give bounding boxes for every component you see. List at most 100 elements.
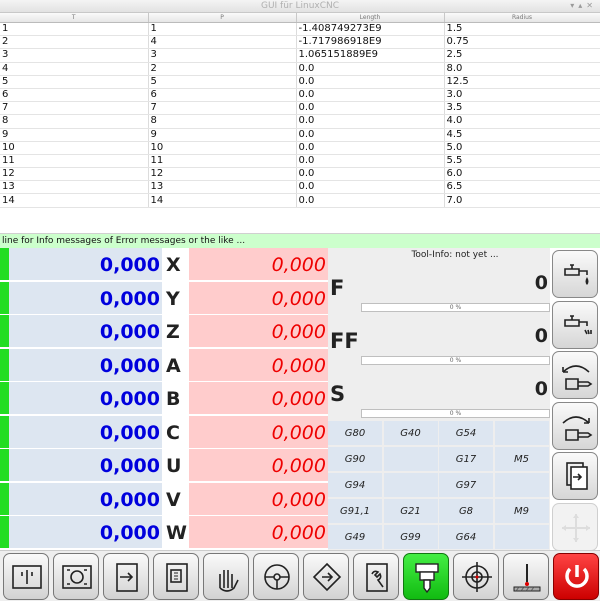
power-button[interactable] [553, 553, 599, 600]
table-cell[interactable]: 5.5 [444, 154, 600, 169]
table-cell[interactable]: 8.0 [444, 62, 600, 76]
table-cell[interactable]: -1.408749273E9 [295, 22, 445, 37]
table-cell[interactable]: 4.5 [444, 128, 600, 142]
table-cell[interactable]: 8 [148, 114, 297, 129]
table-cell[interactable]: 13 [148, 180, 297, 195]
table-row[interactable]: 11 11 0.0 5.5 [0, 154, 600, 169]
table-cell[interactable]: 10 [0, 141, 149, 155]
table-cell[interactable]: 0.0 [295, 88, 445, 103]
axis-letter: C [162, 415, 189, 448]
column-header[interactable]: Length [296, 13, 445, 23]
table-cell[interactable]: 0.0 [295, 180, 445, 195]
table-cell[interactable]: 3.0 [444, 88, 600, 103]
axis-letter: W [162, 516, 189, 548]
table-cell[interactable]: 11 [148, 154, 297, 169]
relative-position-value: 0,000 [189, 482, 328, 515]
table-row[interactable]: 13 13 0.0 6.5 [0, 180, 600, 195]
table-cell[interactable]: -1.717986918E9 [295, 35, 445, 50]
axis-homed-led [0, 415, 9, 448]
tool-table[interactable]: T P Length Radius 1 1 -1.408749273E9 1.5 2 4 -1.7… [0, 13, 600, 234]
table-cell[interactable]: 6 [0, 88, 149, 103]
table-cell[interactable]: 1 [0, 22, 149, 37]
workpiece-view-button[interactable] [53, 553, 99, 600]
feed-value: 0 [534, 272, 548, 294]
spindle-cw-button[interactable] [552, 401, 598, 450]
table-cell[interactable]: 2 [148, 62, 297, 76]
table-row[interactable]: 12 12 0.0 6.0 [0, 167, 600, 182]
table-row[interactable]: 10 10 0.0 5.0 [0, 141, 600, 155]
table-cell[interactable]: 1.5 [444, 22, 600, 37]
table-cell[interactable]: 2 [0, 35, 149, 50]
crosshair-touchoff-button[interactable] [453, 553, 499, 600]
spindle-ccw-button[interactable] [552, 351, 598, 399]
coolant-flood-button[interactable] [552, 250, 598, 298]
table-cell[interactable]: 3 [148, 48, 297, 63]
table-cell[interactable]: 0.75 [444, 35, 600, 50]
table-cell[interactable]: 4 [0, 62, 149, 76]
table-cell[interactable]: 2.5 [444, 48, 600, 63]
table-cell[interactable]: 0.0 [295, 193, 445, 208]
table-cell[interactable]: 6 [148, 88, 297, 103]
table-row[interactable]: 9 9 0.0 4.5 [0, 128, 600, 142]
table-cell[interactable]: 12 [148, 167, 297, 182]
table-row[interactable]: 7 7 0.0 3.5 [0, 101, 600, 116]
mdi-diamond-button[interactable] [303, 553, 349, 600]
axis-letter: B [162, 382, 189, 414]
window-controls[interactable]: ▾▴✕ [570, 1, 597, 10]
machine-view-button[interactable] [3, 553, 49, 600]
table-cell[interactable]: 0.0 [295, 167, 445, 182]
table-row[interactable]: 2 4 -1.717986918E9 0.75 [0, 35, 600, 50]
column-header[interactable]: T [0, 13, 149, 23]
table-cell[interactable]: 0.0 [295, 154, 445, 169]
column-header[interactable]: P [148, 13, 297, 23]
steering-wheel-button[interactable] [253, 553, 299, 600]
table-cell[interactable]: 5 [0, 75, 149, 89]
edit-program-button[interactable] [153, 553, 199, 600]
table-cell[interactable]: 0.0 [295, 141, 445, 155]
probe-surface-button[interactable] [503, 553, 549, 600]
table-cell[interactable]: 3 [0, 48, 149, 63]
table-cell[interactable]: 12 [0, 167, 149, 182]
table-cell[interactable]: 4.0 [444, 114, 600, 129]
table-cell[interactable]: 6.0 [444, 167, 600, 182]
table-cell[interactable]: 0.0 [295, 128, 445, 142]
table-cell[interactable]: 7 [148, 101, 297, 116]
table-cell[interactable]: 9 [0, 128, 149, 142]
table-cell[interactable]: 9 [148, 128, 297, 142]
table-row[interactable]: 1 1 -1.408749273E9 1.5 [0, 22, 600, 37]
table-cell[interactable]: 0.0 [295, 75, 445, 89]
wrench-settings-button[interactable] [353, 553, 399, 600]
table-cell[interactable]: 0.0 [295, 101, 445, 116]
table-row[interactable]: 14 14 0.0 7.0 [0, 193, 600, 208]
table-row[interactable]: 6 6 0.0 3.0 [0, 88, 600, 103]
table-cell[interactable]: 10 [148, 141, 297, 155]
tool-spindle-button[interactable] [403, 553, 449, 600]
window-title: GUI für LinuxCNC [260, 1, 340, 11]
table-cell[interactable]: 12.5 [444, 75, 600, 89]
table-cell[interactable]: 14 [148, 193, 297, 208]
table-cell[interactable]: 4 [148, 35, 297, 50]
table-cell[interactable]: 3.5 [444, 101, 600, 116]
table-cell[interactable]: 7 [0, 101, 149, 116]
table-cell[interactable]: 0.0 [295, 62, 445, 76]
column-header[interactable]: Radius [444, 13, 600, 23]
table-cell[interactable]: 6.5 [444, 180, 600, 195]
table-row[interactable]: 8 8 0.0 4.0 [0, 114, 600, 129]
table-cell[interactable]: 1 [148, 22, 297, 37]
table-cell[interactable]: 0.0 [295, 114, 445, 129]
table-row[interactable]: 4 2 0.0 8.0 [0, 62, 600, 76]
table-cell[interactable]: 14 [0, 193, 149, 208]
table-cell[interactable]: 5 [148, 75, 297, 89]
coolant-mist-button[interactable] [552, 300, 598, 349]
load-file-button[interactable] [552, 452, 598, 500]
table-cell[interactable]: 5.0 [444, 141, 600, 155]
run-program-button[interactable] [103, 553, 149, 600]
table-cell[interactable]: 1.065151889E9 [295, 48, 445, 63]
table-row[interactable]: 3 3 1.065151889E9 2.5 [0, 48, 600, 63]
table-cell[interactable]: 8 [0, 114, 149, 129]
table-cell[interactable]: 13 [0, 180, 149, 195]
manual-hand-button[interactable] [203, 553, 249, 600]
table-cell[interactable]: 11 [0, 154, 149, 169]
table-row[interactable]: 5 5 0.0 12.5 [0, 75, 600, 89]
table-cell[interactable]: 7.0 [444, 193, 600, 208]
